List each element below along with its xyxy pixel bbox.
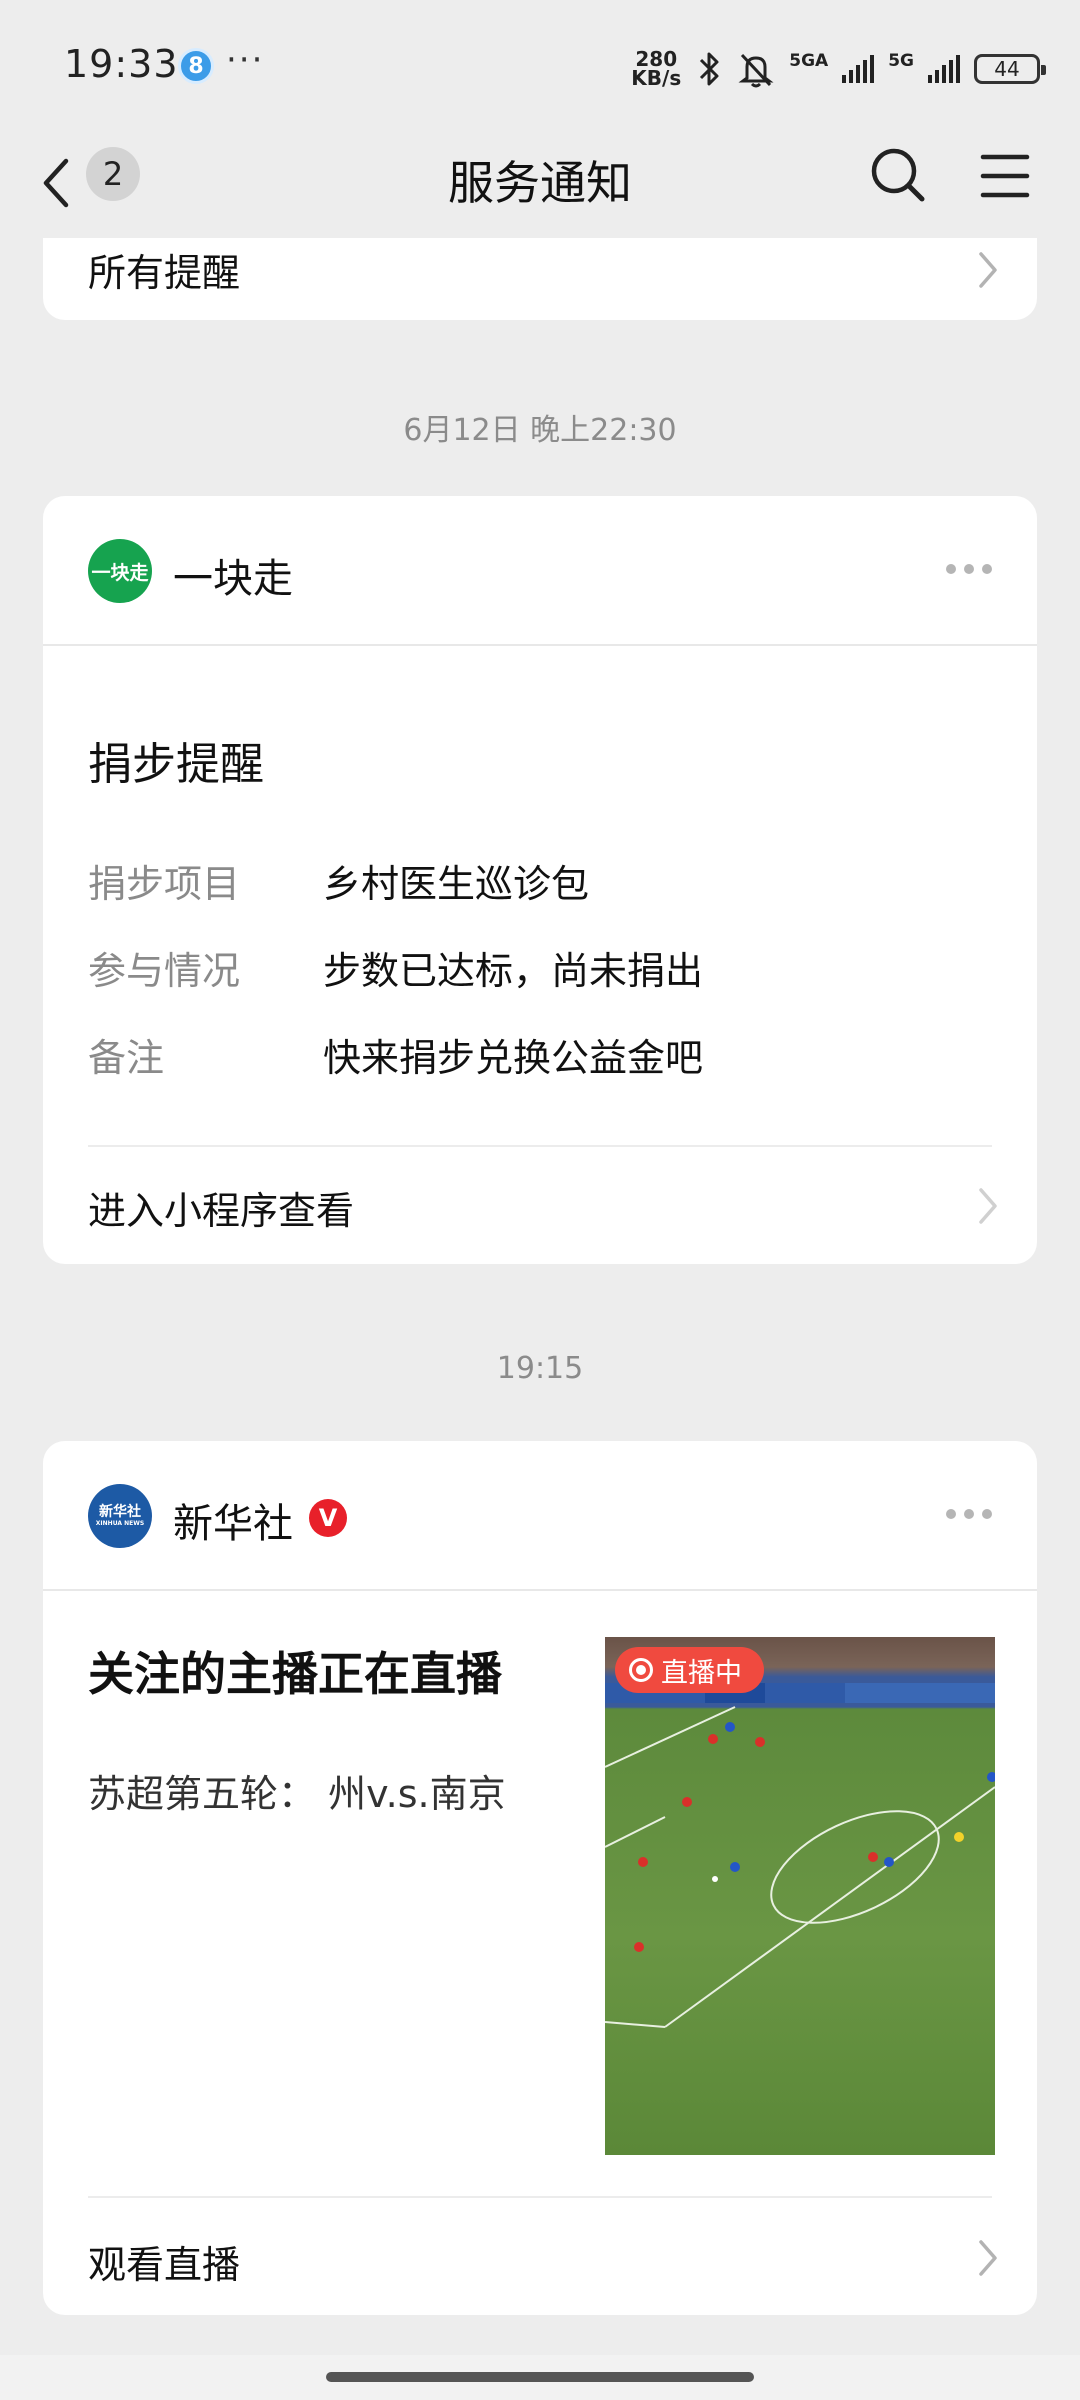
info-row: 参与情况 步数已达标，尚未捐出: [88, 940, 703, 995]
publisher-avatar[interactable]: 新华社 XINHUA NEWS: [88, 1484, 152, 1548]
menu-icon[interactable]: [980, 151, 1030, 201]
divider: [88, 2196, 992, 2198]
watch-live-link[interactable]: 观看直播: [88, 2234, 240, 2289]
row-label: 捐步项目: [88, 862, 241, 906]
bluetooth-icon: [700, 52, 719, 86]
all-reminders-card[interactable]: 所有提醒: [43, 238, 1037, 320]
status-indicators: 280 KB/s 5GA 5G 44: [631, 44, 1046, 94]
more-options-icon[interactable]: [946, 1509, 992, 1519]
signal-icon-2: [928, 55, 960, 83]
row-label: 备注: [88, 1036, 165, 1080]
more-notifications-icon: ···: [226, 40, 265, 80]
row-value: 乡村医生巡诊包: [323, 862, 590, 906]
signal-icon: [842, 55, 875, 83]
more-options-icon[interactable]: [946, 564, 992, 574]
network-type-5g: 5G: [888, 51, 914, 71]
notification-badge-icon: 8: [178, 48, 214, 84]
message-timestamp: 6月12日 晚上22:30: [403, 413, 677, 448]
info-row: 备注 快来捐步兑换公益金吧: [88, 1027, 703, 1082]
open-miniprogram-link[interactable]: 进入小程序查看: [88, 1180, 354, 1235]
chevron-right-icon: [979, 252, 997, 288]
card-header: 新华社 XINHUA NEWS 新华社 V: [43, 1441, 1037, 1591]
message-title: 捐步提醒: [88, 739, 264, 790]
verified-badge-icon: V: [309, 1499, 347, 1537]
row-value: 快来捐步兑换公益金吧: [323, 1036, 704, 1080]
notification-card-yikuaizou: 一块走 一块走 捐步提醒 捐步项目 乡村医生巡诊包 参与情况 步数已达标，尚未捐…: [43, 496, 1037, 1264]
live-badge: 直播中: [615, 1647, 764, 1693]
status-time: 19:33: [64, 42, 179, 86]
app-name[interactable]: 一块走: [173, 546, 293, 604]
chevron-right-icon: [979, 1188, 997, 1224]
search-icon[interactable]: [868, 145, 928, 205]
network-speed: 280 KB/s: [631, 47, 682, 90]
mute-bell-icon: [738, 53, 774, 88]
battery-icon: 44: [974, 54, 1046, 84]
live-video-thumbnail[interactable]: 直播中: [605, 1637, 995, 2155]
network-type-5ga: 5GA: [789, 51, 829, 71]
soccer-field-image: [605, 1683, 995, 2028]
divider: [88, 1145, 992, 1147]
all-reminders-label: 所有提醒: [88, 251, 241, 295]
row-value: 步数已达标，尚未捐出: [323, 949, 704, 993]
nav-bar: 2 服务通知: [0, 135, 1080, 240]
notification-card-xinhua: 新华社 XINHUA NEWS 新华社 V 关注的主播正在直播 苏超第五轮： 州…: [43, 1441, 1037, 2315]
message-title: 关注的主播正在直播: [88, 1647, 502, 1701]
chevron-right-icon: [979, 2240, 997, 2276]
message-subtitle: 苏超第五轮： 州v.s.南京: [88, 1772, 506, 1816]
card-header: 一块走 一块走: [43, 496, 1037, 646]
live-record-icon: [629, 1658, 653, 1682]
row-label: 参与情况: [88, 949, 241, 993]
status-bar: 19:33 8 ··· 280 KB/s 5GA 5G 44: [0, 0, 1080, 135]
home-indicator[interactable]: [326, 2372, 754, 2382]
app-avatar[interactable]: 一块走: [88, 539, 152, 603]
message-timestamp: 19:15: [496, 1351, 584, 1386]
publisher-name[interactable]: 新华社: [173, 1491, 293, 1549]
info-row: 捐步项目 乡村医生巡诊包: [88, 853, 589, 908]
